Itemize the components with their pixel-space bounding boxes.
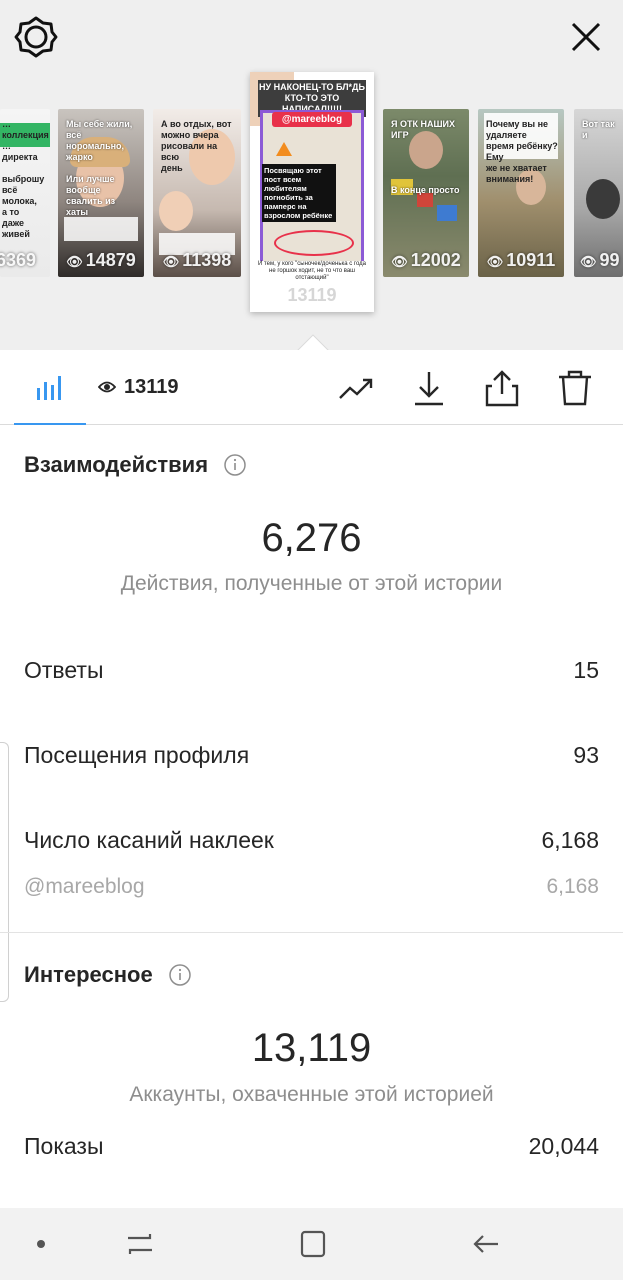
stat-row-replies: Ответы 15 (24, 653, 599, 687)
interactions-total: 6,276 (261, 516, 362, 560)
stat-label: Ответы (24, 656, 104, 683)
stories-carousel[interactable]: … коллекция … директа выброшу всё молока… (0, 0, 623, 350)
highlight-circle (274, 230, 354, 256)
story-insights-screen: … коллекция … директа выброшу всё молока… (0, 0, 623, 1280)
story-thumbnail-views: 👁 12002 (391, 250, 461, 270)
info-icon[interactable] (224, 454, 246, 476)
stat-value: 15 (573, 656, 599, 683)
tab-insights[interactable] (0, 350, 86, 425)
story-thumbnail-caption: Вот так и (582, 119, 615, 140)
arrow-up-icon (276, 142, 292, 156)
story-thumbnail-caption: Почему вы не удаляете время ребёнку? Ему… (486, 119, 558, 184)
story-thumbnail[interactable]: А во отдых, вот можно вчера рисовали на … (153, 109, 241, 277)
scroll-edge-bracket (0, 742, 9, 1002)
selected-story-thumbnail[interactable]: НУ НАКОНЕЦ-ТО БЛ*ДЬ КТО-ТО ЭТО НАПИСАЛ!!… (250, 72, 374, 312)
stat-value: 6,168 (546, 875, 599, 898)
story-thumbnail-views: 6369 (0, 250, 37, 270)
interactions-caption: Действия, полученные от этой истории (120, 572, 503, 595)
discovery-total: 13,119 (251, 1026, 372, 1070)
stat-value: 6,168 (541, 826, 599, 853)
dot-icon[interactable] (25, 1228, 57, 1260)
selected-story-text: Посвящаю этот пост всем любителям погноб… (262, 164, 336, 222)
stat-row-impressions: Показы 20,044 (24, 1129, 599, 1163)
discovery-section-title: Интересное (24, 962, 191, 988)
home-icon[interactable] (297, 1228, 329, 1260)
eye-icon: 👁 (391, 254, 408, 269)
eye-icon: 👁 (580, 254, 597, 269)
story-thumbnail-caption: … коллекция … директа выброшу всё молока… (2, 119, 49, 239)
eye-icon: 👁 (486, 254, 504, 269)
story-thumbnail[interactable]: Мы себе жили, всё норомально, жарко Или … (58, 109, 144, 277)
stat-label: @mareeblog (24, 875, 145, 898)
story-thumbnail[interactable]: Почему вы не удаляете время ребёнку? Ему… (478, 109, 564, 277)
info-icon[interactable] (168, 964, 191, 986)
tab-viewers[interactable]: 13119 (98, 372, 179, 402)
stat-value: 20,044 (528, 1132, 599, 1159)
eye-icon: 👁 (162, 254, 180, 269)
stat-row-mention-sticker: @mareeblog 6,168 (24, 870, 599, 904)
selected-story-handle: @mareeblog (272, 112, 352, 127)
active-tab-indicator (14, 423, 86, 425)
eye-icon: 👁 (66, 254, 83, 269)
story-thumbnail[interactable]: … коллекция … директа выброшу всё молока… (0, 109, 50, 277)
trash-icon[interactable] (555, 368, 595, 408)
story-thumbnail-views: 👁 99 (580, 250, 620, 270)
interactions-section-title: Взаимодействия (24, 452, 246, 478)
download-icon[interactable] (409, 368, 449, 408)
story-thumbnail[interactable]: Я ОТК НАШИХ ИГР В конце просто 👁 12002 (383, 109, 469, 277)
system-navigation-bar (0, 1208, 623, 1280)
eye-icon (98, 381, 116, 393)
story-thumbnail-views: 👁 14879 (66, 250, 136, 270)
stat-row-profile-visits: Посещения профиля 93 (24, 738, 599, 772)
story-thumbnail-caption: А во отдых, вот можно вчера рисовали на … (161, 119, 232, 173)
stat-row-sticker-taps: Число касаний наклеек 6,168 (24, 823, 599, 857)
story-thumbnail-caption: Мы себе жили, всё норомально, жарко Или … (66, 119, 133, 217)
section-divider (0, 932, 623, 933)
stat-label: Показы (24, 1132, 104, 1159)
share-icon[interactable] (482, 368, 522, 408)
stat-label: Число касаний наклеек (24, 826, 274, 853)
viewers-count: 13119 (124, 375, 179, 398)
story-thumbnail-caption: Я ОТК НАШИХ ИГР В конце просто (391, 119, 460, 195)
stat-value: 93 (573, 741, 599, 768)
story-thumbnail-views: 👁 10911 (486, 250, 556, 270)
selected-story-views: 13119 (287, 285, 337, 305)
bar-chart-icon (37, 376, 61, 400)
story-thumbnail-views: 👁 11398 (162, 250, 232, 270)
trend-up-icon[interactable] (337, 368, 377, 408)
insights-tab-bar: 13119 (0, 350, 623, 425)
selection-pointer (297, 334, 329, 351)
selected-story-footer: И тем, у кого "сыночек/доченька с года н… (256, 261, 368, 282)
back-icon[interactable] (470, 1228, 502, 1260)
stories-strip-area: … коллекция … директа выброшу всё молока… (0, 0, 623, 351)
story-thumbnail[interactable]: Вот так и 👁 99 (574, 109, 623, 277)
stat-label: Посещения профиля (24, 741, 250, 768)
recent-apps-icon[interactable] (124, 1228, 156, 1260)
discovery-caption: Аккаунты, охваченные этой историей (129, 1083, 494, 1106)
